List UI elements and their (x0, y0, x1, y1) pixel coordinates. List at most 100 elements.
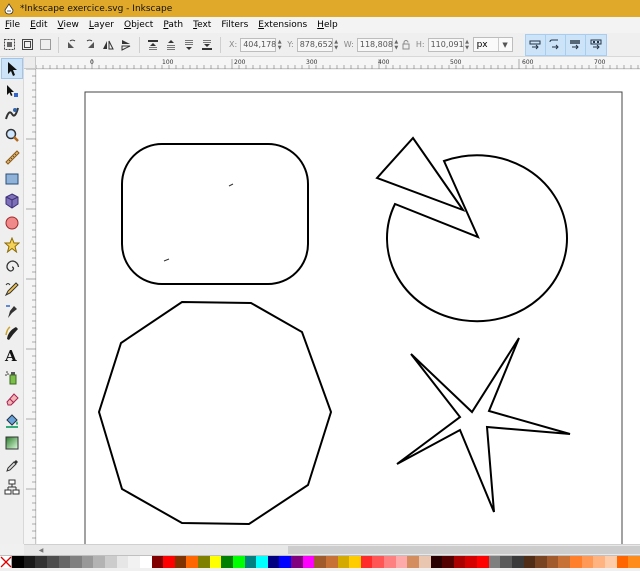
calligraphy-tool[interactable] (1, 322, 23, 343)
menu-path[interactable]: Path (158, 17, 188, 33)
lower-icon[interactable] (181, 37, 197, 53)
palette-swatch[interactable] (46, 556, 59, 568)
ellipse-tool[interactable] (1, 212, 23, 233)
node-tool[interactable] (1, 80, 23, 101)
text-tool[interactable]: A (1, 344, 23, 365)
palette-swatch[interactable] (523, 556, 536, 568)
transform-gradients-icon[interactable] (566, 34, 586, 55)
palette-swatch[interactable] (453, 556, 466, 568)
palette-swatch[interactable] (546, 556, 559, 568)
palette-swatch[interactable] (558, 556, 570, 568)
spray-tool[interactable] (1, 366, 23, 387)
palette-swatch[interactable] (163, 556, 175, 568)
eraser-tool[interactable] (1, 388, 23, 409)
scale-corners-icon[interactable] (546, 34, 566, 55)
palette-swatch[interactable] (12, 556, 24, 568)
palette-swatch[interactable] (314, 556, 326, 568)
vertical-ruler[interactable] (24, 69, 36, 544)
flip-vertical-icon[interactable] (118, 37, 134, 53)
palette-swatch[interactable] (128, 556, 140, 568)
palette-swatch[interactable] (477, 556, 489, 568)
horizontal-ruler[interactable]: 0 100 200 300 400 500 600 700 (36, 57, 640, 69)
palette-swatch[interactable] (279, 556, 291, 568)
palette-swatch[interactable] (593, 556, 605, 568)
palette-swatch[interactable] (570, 556, 582, 568)
raise-to-top-icon[interactable] (145, 37, 161, 53)
palette-swatch[interactable] (360, 556, 373, 568)
menu-filters[interactable]: Filters (216, 17, 253, 33)
palette-swatch[interactable] (442, 556, 454, 568)
palette-swatch[interactable] (325, 556, 338, 568)
width-spinner[interactable]: ▲ ▼ (393, 38, 400, 52)
palette-swatch[interactable] (291, 556, 303, 568)
connector-tool[interactable] (1, 476, 23, 497)
palette-swatch[interactable] (70, 556, 82, 568)
star-tool[interactable] (1, 234, 23, 255)
palette-swatch[interactable] (35, 556, 47, 568)
horizontal-scrollbar[interactable]: ◀ (24, 544, 640, 555)
x-coordinate-input[interactable]: 404,178 (240, 37, 276, 52)
gradient-tool[interactable] (1, 432, 23, 453)
palette-swatch[interactable] (604, 556, 617, 568)
scroll-left-icon[interactable]: ◀ (36, 545, 46, 555)
rotate-ccw-icon[interactable] (64, 37, 80, 53)
scale-stroke-icon[interactable] (526, 34, 546, 55)
rectangle-tool[interactable] (1, 168, 23, 189)
palette-swatch[interactable] (337, 556, 350, 568)
height-spinner[interactable]: ▲ ▼ (464, 38, 471, 52)
palette-swatch[interactable] (139, 556, 152, 568)
chevron-down-icon[interactable]: ▼ (497, 38, 512, 51)
zoom-tool[interactable] (1, 124, 23, 145)
palette-swatch[interactable] (58, 556, 71, 568)
palette-swatch[interactable] (209, 556, 222, 568)
menu-layer[interactable]: Layer (84, 17, 119, 33)
palette-swatch[interactable] (151, 556, 164, 568)
tweak-tool[interactable] (1, 102, 23, 123)
palette-swatch[interactable] (418, 556, 431, 568)
palette-swatch[interactable] (511, 556, 524, 568)
palette-swatch[interactable] (500, 556, 512, 568)
palette-swatch[interactable] (616, 556, 629, 568)
palette-swatch[interactable] (628, 556, 640, 568)
palette-swatch[interactable] (372, 556, 384, 568)
palette-swatch[interactable] (232, 556, 245, 568)
raise-icon[interactable] (163, 37, 179, 53)
palette-swatch[interactable] (23, 556, 36, 568)
flip-horizontal-icon[interactable] (100, 37, 116, 53)
rotate-cw-icon[interactable] (82, 37, 98, 53)
transform-patterns-icon[interactable] (586, 35, 606, 55)
pen-tool[interactable] (1, 300, 23, 321)
y-spinner[interactable]: ▲ ▼ (333, 38, 340, 52)
menu-edit[interactable]: Edit (25, 17, 52, 33)
palette-swatch[interactable] (93, 556, 105, 568)
menu-view[interactable]: View (53, 17, 84, 33)
select-all-layers-icon[interactable] (19, 37, 35, 53)
deselect-icon[interactable] (37, 37, 53, 53)
menu-file[interactable]: File (0, 17, 25, 33)
x-spinner[interactable]: ▲ ▼ (276, 38, 283, 52)
unit-select[interactable]: px ▼ (472, 37, 513, 52)
palette-swatch[interactable] (105, 556, 117, 568)
menu-text[interactable]: Text (188, 17, 216, 33)
menu-help[interactable]: Help (312, 17, 343, 33)
palette-swatch[interactable] (198, 556, 210, 568)
palette-swatch[interactable] (186, 556, 198, 568)
palette-swatch[interactable] (302, 556, 315, 568)
palette-swatch[interactable] (81, 556, 94, 568)
selector-tool[interactable] (1, 58, 23, 79)
no-paint-swatch[interactable] (0, 556, 12, 568)
palette-swatch[interactable] (349, 556, 361, 568)
palette-swatch[interactable] (465, 556, 477, 568)
menu-object[interactable]: Object (119, 17, 158, 33)
palette-swatch[interactable] (407, 556, 419, 568)
y-coordinate-input[interactable]: 878,652 (296, 37, 333, 52)
height-input[interactable]: 110,091 (427, 37, 464, 52)
palette-swatch[interactable] (116, 556, 129, 568)
palette-swatch[interactable] (430, 556, 443, 568)
palette-swatch[interactable] (221, 556, 233, 568)
menu-extensions[interactable]: Extensions (253, 17, 312, 33)
palette-swatch[interactable] (488, 556, 501, 568)
select-all-icon[interactable] (1, 37, 17, 53)
width-input[interactable]: 118,808 (356, 37, 393, 52)
3d-box-tool[interactable] (1, 190, 23, 211)
